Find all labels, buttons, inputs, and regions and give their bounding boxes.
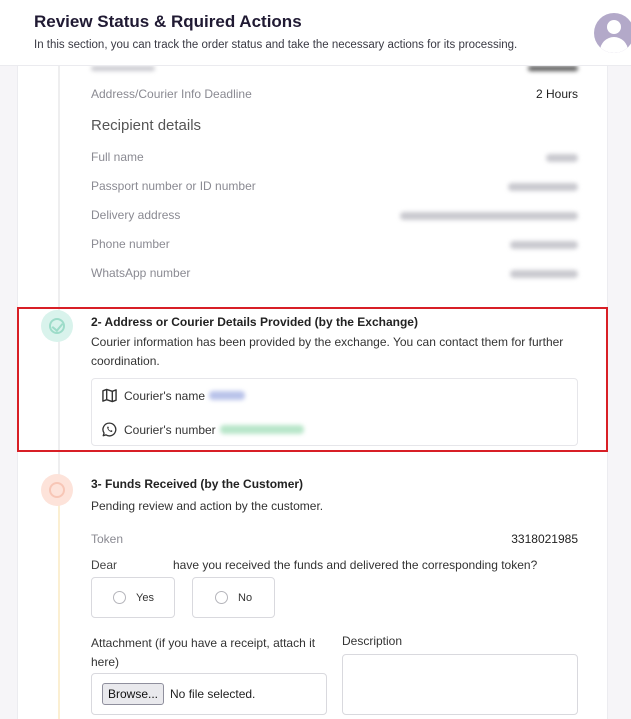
full-name-label: Full name — [91, 150, 144, 164]
funds-question: have you received the funds and delivere… — [173, 558, 538, 572]
whatsapp-value-redacted — [510, 270, 578, 278]
yes-radio-circle[interactable] — [113, 591, 126, 604]
step3-pending-icon — [41, 474, 73, 506]
delivery-address-label: Delivery address — [91, 208, 181, 222]
clipped-row-value — [528, 66, 578, 71]
passport-value-redacted — [508, 183, 578, 191]
phone-label: Phone number — [91, 237, 170, 251]
page-header: Review Status & Rquired Actions In this … — [0, 0, 631, 66]
deadline-value: 2 Hours — [535, 87, 578, 101]
file-status: No file selected. — [170, 687, 256, 701]
dear-label: Dear — [91, 558, 118, 572]
page-subtitle: In this section, you can track the order… — [34, 39, 518, 51]
yes-label: Yes — [136, 591, 154, 604]
full-name-value-redacted — [546, 154, 578, 162]
avatar[interactable] — [594, 13, 631, 53]
avatar-head — [607, 20, 621, 34]
clipped-row-label — [91, 66, 155, 71]
step3-description: Pending review and action by the custome… — [91, 499, 324, 513]
attachment-label: Attachment (if you have a receipt, attac… — [91, 636, 316, 669]
yes-radio-option[interactable]: Yes — [91, 577, 175, 618]
delivery-address-value-redacted — [400, 212, 578, 220]
token-value: 3318021985 — [511, 532, 578, 546]
description-label: Description — [342, 634, 403, 648]
deadline-label: Address/Courier Info Deadline — [91, 87, 252, 101]
recipient-heading: Recipient details — [91, 117, 202, 134]
browse-button[interactable]: Browse... — [102, 683, 165, 705]
whatsapp-label: WhatsApp number — [91, 266, 191, 280]
step3-title: 3- Funds Received (by the Customer) — [91, 477, 304, 491]
avatar-body — [600, 37, 628, 53]
token-label: Token — [91, 532, 124, 546]
passport-label: Passport number or ID number — [91, 179, 256, 193]
phone-value-redacted — [510, 241, 578, 249]
page-title: Review Status & Rquired Actions — [34, 12, 302, 31]
step2-highlight-frame — [17, 307, 608, 452]
no-radio-circle[interactable] — [215, 591, 228, 604]
timeline-line-pending — [58, 500, 60, 719]
attachment-file-input[interactable]: Browse... No file selected. — [91, 673, 327, 715]
no-label: No — [238, 591, 253, 604]
no-radio-option[interactable]: No — [192, 577, 275, 618]
description-textarea[interactable] — [342, 654, 578, 715]
